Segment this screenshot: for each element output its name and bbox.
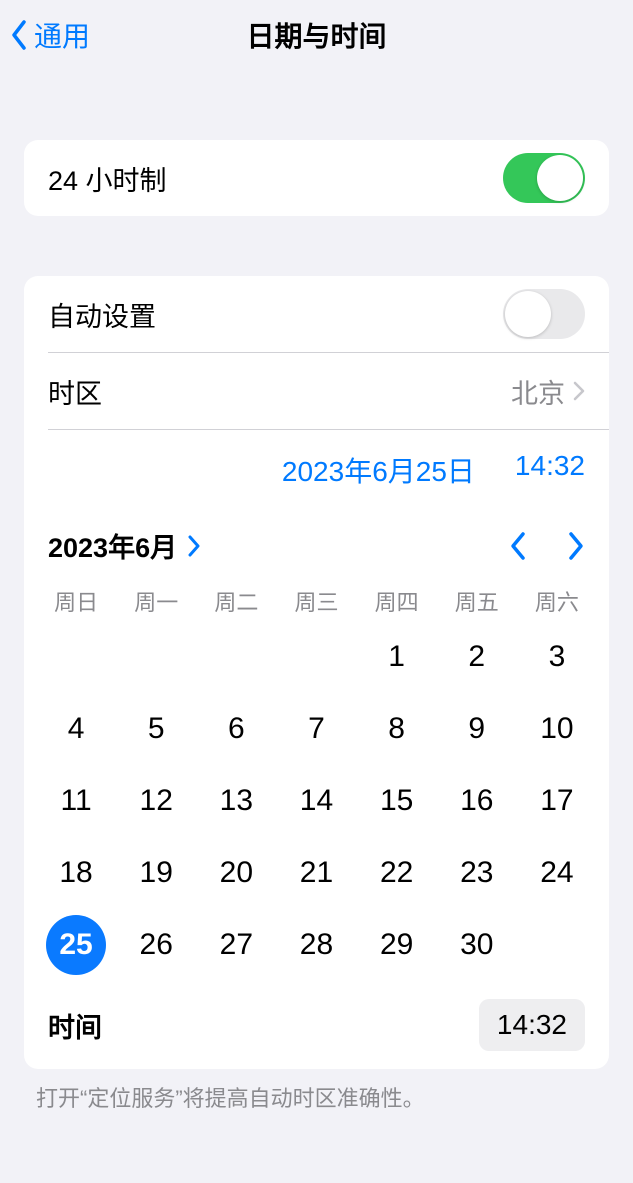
day-cell[interactable]: 25 xyxy=(36,909,116,981)
row-auto-set: 自动设置 xyxy=(24,276,609,352)
weekday-label: 周日 xyxy=(36,585,116,617)
day-cell[interactable]: 26 xyxy=(116,909,196,981)
switch-knob-icon xyxy=(537,155,583,201)
day-cell[interactable]: 24 xyxy=(517,837,597,909)
day-cell[interactable]: 27 xyxy=(196,909,276,981)
page-title: 日期与时间 xyxy=(0,15,633,55)
day-empty xyxy=(276,621,356,693)
selected-time-button[interactable]: 14:32 xyxy=(515,450,585,490)
day-cell[interactable]: 2 xyxy=(437,621,517,693)
time-row-label: 时间 xyxy=(48,1006,102,1045)
selected-date-button[interactable]: 2023年6月25日 xyxy=(282,450,475,490)
day-cell[interactable]: 11 xyxy=(36,765,116,837)
month-picker[interactable]: 2023年6月 xyxy=(48,526,201,565)
weekday-label: 周二 xyxy=(196,585,276,617)
day-cell[interactable]: 12 xyxy=(116,765,196,837)
switch-24h[interactable] xyxy=(503,153,585,203)
day-cell[interactable]: 10 xyxy=(517,693,597,765)
row-24h: 24 小时制 xyxy=(24,140,609,216)
day-cell[interactable]: 5 xyxy=(116,693,196,765)
day-cell[interactable]: 15 xyxy=(357,765,437,837)
day-cell[interactable]: 16 xyxy=(437,765,517,837)
datetime-summary: 2023年6月25日 14:32 xyxy=(24,430,609,502)
row-24h-label: 24 小时制 xyxy=(48,159,167,198)
weekday-label: 周六 xyxy=(517,585,597,617)
day-empty xyxy=(116,621,196,693)
row-timezone[interactable]: 时区 北京 xyxy=(24,353,609,429)
back-button[interactable]: 通用 xyxy=(10,15,90,55)
day-cell[interactable]: 8 xyxy=(357,693,437,765)
weekday-label: 周五 xyxy=(437,585,517,617)
day-cell[interactable]: 20 xyxy=(196,837,276,909)
day-cell[interactable]: 17 xyxy=(517,765,597,837)
switch-auto-set[interactable] xyxy=(503,289,585,339)
day-empty xyxy=(196,621,276,693)
time-picker-button[interactable]: 14:32 xyxy=(479,999,585,1051)
weekday-label: 周四 xyxy=(357,585,437,617)
weekday-label: 周一 xyxy=(116,585,196,617)
day-cell[interactable]: 30 xyxy=(437,909,517,981)
footer-note: 打开“定位服务”将提高自动时区准确性。 xyxy=(36,1081,597,1113)
day-cell[interactable]: 29 xyxy=(357,909,437,981)
day-cell[interactable]: 4 xyxy=(36,693,116,765)
day-cell[interactable]: 14 xyxy=(276,765,356,837)
timezone-value: 北京 xyxy=(511,372,565,411)
chevron-left-icon xyxy=(10,20,28,50)
chevron-right-icon xyxy=(567,531,585,561)
day-cell[interactable]: 7 xyxy=(276,693,356,765)
day-cell[interactable]: 9 xyxy=(437,693,517,765)
timezone-label: 时区 xyxy=(48,372,102,411)
day-cell[interactable]: 1 xyxy=(357,621,437,693)
day-cell[interactable]: 23 xyxy=(437,837,517,909)
month-label: 2023年6月 xyxy=(48,526,177,565)
day-cell[interactable]: 6 xyxy=(196,693,276,765)
day-cell[interactable]: 22 xyxy=(357,837,437,909)
day-cell[interactable]: 19 xyxy=(116,837,196,909)
day-empty xyxy=(36,621,116,693)
prev-month-button[interactable] xyxy=(509,531,527,561)
auto-set-label: 自动设置 xyxy=(48,295,156,334)
day-cell[interactable]: 3 xyxy=(517,621,597,693)
weekday-label: 周三 xyxy=(276,585,356,617)
back-label: 通用 xyxy=(34,15,90,55)
chevron-right-icon xyxy=(573,381,585,401)
next-month-button[interactable] xyxy=(567,531,585,561)
day-cell[interactable]: 28 xyxy=(276,909,356,981)
day-cell[interactable]: 13 xyxy=(196,765,276,837)
chevron-right-icon xyxy=(187,535,201,557)
day-cell[interactable]: 21 xyxy=(276,837,356,909)
day-cell[interactable]: 18 xyxy=(36,837,116,909)
switch-knob-icon xyxy=(505,291,551,337)
chevron-left-icon xyxy=(509,531,527,561)
